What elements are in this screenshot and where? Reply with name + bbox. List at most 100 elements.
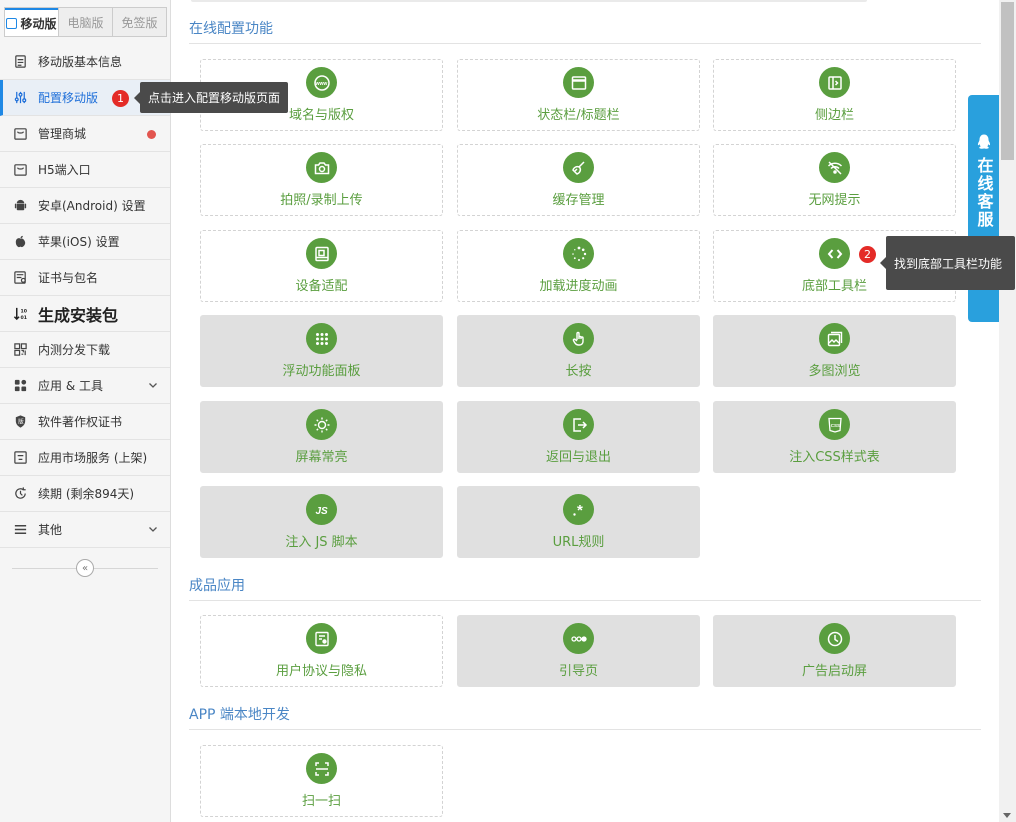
tooltip-step-1: 点击进入配置移动版页面 <box>133 82 289 113</box>
section-title-local-dev: APP 端本地开发 <box>189 707 290 723</box>
sidebar-item-shop[interactable]: 管理商城 <box>0 116 170 152</box>
card-back-exit[interactable]: 返回与退出 <box>457 401 700 473</box>
tab-desktop[interactable]: 电脑版 <box>58 8 112 36</box>
card-scan[interactable]: 扫一扫 <box>200 745 443 817</box>
card-floating-panel[interactable]: 浮动功能面板 <box>200 315 443 387</box>
sidebar-item-label: H5端入口 <box>38 163 91 177</box>
exit-icon <box>563 409 594 440</box>
sidebar-collapse-row: « <box>0 556 170 580</box>
sidebar-item-renew[interactable]: 续期 (剩余894天) <box>0 476 170 512</box>
asterisk-icon: * <box>563 494 594 525</box>
dots-grid-icon <box>306 323 337 354</box>
sort-download-icon: 10 01 <box>12 306 28 322</box>
tab-nosign-label: 免签版 <box>121 15 158 30</box>
card-user-agreement[interactable]: 用户协议与隐私 <box>200 615 443 687</box>
card-label: URL规则 <box>552 535 605 550</box>
no-wifi-icon <box>819 152 850 183</box>
mobile-icon <box>6 17 18 29</box>
tooltip-text: 点击进入配置移动版页面 <box>148 91 281 105</box>
card-sidebar[interactable]: 侧边栏 <box>713 59 956 131</box>
section-title-online: 在线配置功能 <box>189 21 273 37</box>
card-guide-page[interactable]: 引导页 <box>457 615 700 687</box>
step-badge-1: 1 <box>112 90 129 107</box>
apple-icon <box>12 234 28 250</box>
card-label: 域名与版权 <box>288 108 354 123</box>
qrcode-icon <box>12 342 28 358</box>
sidebar-item-android[interactable]: 安卓(Android) 设置 <box>0 188 170 224</box>
card-long-press[interactable]: 长按 <box>457 315 700 387</box>
pager-icon <box>563 623 594 654</box>
card-device-adapt[interactable]: 设备适配 <box>200 230 443 302</box>
card-url-rules[interactable]: * URL规则 <box>457 486 700 558</box>
scrollbar-thumb[interactable] <box>1001 2 1014 160</box>
gallery-icon <box>819 323 850 354</box>
sidebar-item-ios[interactable]: 苹果(iOS) 设置 <box>0 224 170 260</box>
card-label: 浮动功能面板 <box>282 364 361 379</box>
sidebar-item-label: 其他 <box>38 523 63 537</box>
agreement-icon <box>306 623 337 654</box>
card-loading-animation[interactable]: 加载进度动画 <box>457 230 700 302</box>
sidebar-item-label: 软件著作权证书 <box>38 415 123 429</box>
tab-nosign[interactable]: 免签版 <box>112 8 166 36</box>
svg-text:www: www <box>314 81 327 87</box>
chevron-down-icon <box>149 383 157 388</box>
broom-icon <box>563 152 594 183</box>
sidebar-item-label: 续期 (剩余894天) <box>38 487 135 501</box>
document-icon <box>12 54 28 70</box>
card-label: 状态栏/标题栏 <box>537 108 620 123</box>
card-label: 返回与退出 <box>545 450 611 465</box>
hand-icon <box>563 323 594 354</box>
card-inject-js[interactable]: JS 注入 JS 脚本 <box>200 486 443 558</box>
market-icon <box>12 450 28 466</box>
spinner-icon <box>563 238 594 269</box>
card-label: 扫一扫 <box>301 794 341 809</box>
sidebar-item-h5[interactable]: H5端入口 <box>0 152 170 188</box>
js-icon: JS <box>306 494 337 525</box>
online-service-label: 在线客服 <box>974 157 994 229</box>
sidebar-item-label: 应用 & 工具 <box>38 379 103 393</box>
tooltip-step-2: 找到底部工具栏功能 <box>880 236 1015 290</box>
tab-mobile[interactable]: 移动版 <box>5 8 58 36</box>
sidebar-icon <box>819 67 850 98</box>
sidebar-item-label: 安卓(Android) 设置 <box>38 199 146 213</box>
sidebar-item-market[interactable]: 应用市场服务 (上架) <box>0 440 170 476</box>
grid-icon <box>12 378 28 394</box>
card-multi-image[interactable]: 多图浏览 <box>713 315 956 387</box>
section-title-products: 成品应用 <box>189 578 245 594</box>
card-label: 广告启动屏 <box>801 664 867 679</box>
svg-text:*: * <box>577 502 583 519</box>
card-inject-css[interactable]: CSS 注入CSS样式表 <box>713 401 956 473</box>
card-label: 缓存管理 <box>552 193 605 208</box>
sidebar-item-apps-tools[interactable]: 应用 & 工具 <box>0 368 170 404</box>
scroll-down-arrow-icon[interactable] <box>1003 813 1011 818</box>
section-divider <box>189 43 981 44</box>
svg-text:版: 版 <box>18 417 24 425</box>
certificate-icon <box>12 270 28 286</box>
card-splash-ad[interactable]: 广告启动屏 <box>713 615 956 687</box>
card-cache-manage[interactable]: 缓存管理 <box>457 144 700 216</box>
card-offline-notice[interactable]: 无网提示 <box>713 144 956 216</box>
card-label: 注入 JS 脚本 <box>285 535 358 550</box>
card-camera-upload[interactable]: 拍照/录制上传 <box>200 144 443 216</box>
card-statusbar-titlebar[interactable]: 状态栏/标题栏 <box>457 59 700 131</box>
sun-icon <box>306 409 337 440</box>
card-label: 用户协议与隐私 <box>275 664 367 679</box>
shop-icon <box>12 126 28 142</box>
sidebar-item-copyright[interactable]: 版 软件著作权证书 <box>0 404 170 440</box>
sidebar-item-basic-info[interactable]: 移动版基本信息 <box>0 44 170 80</box>
card-screen-on[interactable]: 屏幕常亮 <box>200 401 443 473</box>
chevron-down-icon <box>149 527 157 532</box>
sidebar-item-label: 移动版基本信息 <box>38 55 123 69</box>
sidebar-item-certificate[interactable]: 证书与包名 <box>0 260 170 296</box>
double-chevron-left-icon: « <box>81 562 89 574</box>
vertical-scrollbar[interactable] <box>999 0 1016 822</box>
tab-mobile-label: 移动版 <box>20 16 57 31</box>
card-label: 注入CSS样式表 <box>789 450 880 465</box>
sidebar-item-build-package[interactable]: 10 01 生成安装包 <box>0 296 170 332</box>
clock-icon <box>819 623 850 654</box>
sidebar-item-other[interactable]: 其他 <box>0 512 170 548</box>
sidebar-item-beta-download[interactable]: 内测分发下载 <box>0 332 170 368</box>
collapse-sidebar-button[interactable]: « <box>76 559 94 577</box>
card-label: 多图浏览 <box>808 364 861 379</box>
section-divider <box>189 729 981 730</box>
